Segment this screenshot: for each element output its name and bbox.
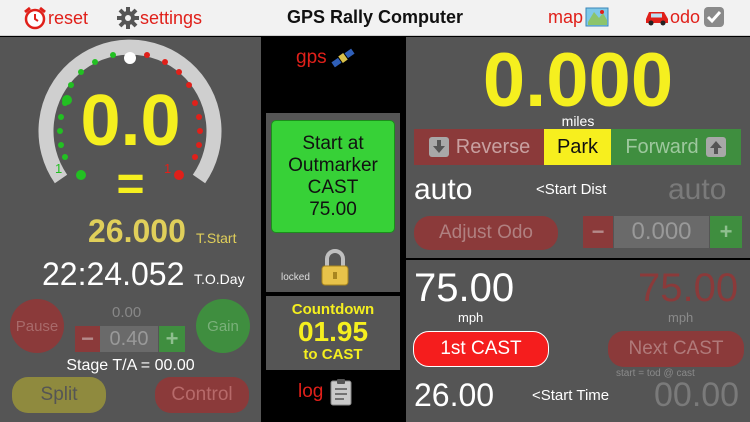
auto-right: auto [668,173,727,206]
first-cast-button[interactable]: 1st CAST [413,331,549,367]
status-panel: gps Start at Outmarker CAST 75.00 locked… [262,37,404,422]
map-icon [585,7,609,27]
log-label: log [298,381,324,402]
time-plus-button[interactable]: + [159,326,185,352]
start-time-value[interactable]: 26.00 [414,377,494,414]
countdown-to: to CAST [303,346,363,363]
tod-label: T.O.Day [194,271,245,287]
reverse-button[interactable]: Reverse [414,129,544,165]
cast-unit: mph [458,310,484,325]
odo-adjust-field[interactable]: 0.000 [614,216,709,248]
time-adjust-top: 0.00 [112,304,142,321]
next-cast-button[interactable]: Next CAST [608,331,744,367]
checkbox-icon [704,7,725,27]
gain-label: Gain [207,317,239,335]
odo-plus-button[interactable]: + [710,216,742,248]
odo-button[interactable]: odo [644,6,725,28]
split-label: Split [40,384,78,405]
start-line-3: CAST [307,177,359,198]
cast-speed: 75.00 [414,266,515,310]
gain-button[interactable]: Gain [196,299,250,353]
pause-button[interactable]: Pause [10,299,64,353]
t-start-value: 26.000 [88,213,186,249]
time-adjust-field[interactable]: 0.40 [100,326,158,352]
start-time-label: <Start Time [532,387,610,404]
first-cast-label: 1st CAST [440,338,522,359]
speed-readout: 0.0 [80,81,181,161]
stage-ta: Stage T/A = 00.00 [66,357,195,374]
clipboard-icon [330,379,352,406]
distance-readout: 0.000 [482,38,674,123]
speed-panel: 1 1 0.0 = 26.000 T.Start 22:24.052 T.O.D… [0,37,261,422]
locked-label: locked [281,272,310,283]
top-bar: reset settings GPS Rally Computer map od… [0,0,750,36]
countdown-value: 01.95 [297,316,369,347]
start-line-2: Outmarker [288,155,378,176]
gps-label: gps [296,47,327,68]
odo-label: odo [670,6,701,27]
start-time-right: 00.00 [654,376,740,414]
tod-value: 22:24.052 [42,256,185,292]
on-time-indicator: = [116,158,145,211]
distance-unit: miles [561,113,595,129]
down-arrow-icon [428,137,449,157]
map-label: map [548,6,584,27]
pause-label: Pause [15,317,59,335]
forward-button[interactable]: Forward [611,129,741,165]
odometer-panel: 0.000 miles Reverse Park Forward auto <S… [406,37,750,258]
satellite-icon [331,48,355,68]
split-button[interactable]: Split [12,377,106,413]
map-button[interactable]: map [548,6,609,28]
odo-minus-button[interactable]: − [583,216,613,248]
forward-label: Forward [625,135,699,158]
car-icon [646,12,668,26]
cast-panel: 75.00 mph 75.00 mph 1st CAST Next CAST s… [406,260,750,422]
auto-start-dist[interactable]: auto [414,173,472,207]
start-dist-label: <Start Dist [536,181,607,198]
status-box: Start at Outmarker CAST 75.00 locked [266,113,400,292]
adjust-odo-label: Adjust Odo [439,222,533,243]
adjust-odo-button[interactable]: Adjust Odo [414,216,558,250]
countdown-box: Countdown 01.95 to CAST [266,296,400,370]
padlock-icon[interactable] [318,249,352,287]
reverse-label: Reverse [455,135,531,158]
park-label: Park [556,135,599,158]
next-cast-speed: 75.00 [638,266,739,310]
t-start-label: T.Start [196,230,237,246]
start-at-outmarker-button[interactable]: Start at Outmarker CAST 75.00 [271,120,395,233]
control-button[interactable]: Control [155,377,249,413]
gps-status: gps [296,47,356,69]
next-cast-label: Next CAST [628,338,724,359]
app-title: GPS Rally Computer [286,7,464,27]
time-minus-button[interactable]: − [75,326,100,352]
control-label: Control [171,384,233,405]
next-cast-unit: mph [668,310,694,325]
park-button[interactable]: Park [544,129,611,165]
start-line-1: Start at [302,133,364,154]
up-arrow-icon [705,137,726,157]
start-line-4: 75.00 [309,199,357,220]
log-button[interactable]: log [298,378,353,406]
